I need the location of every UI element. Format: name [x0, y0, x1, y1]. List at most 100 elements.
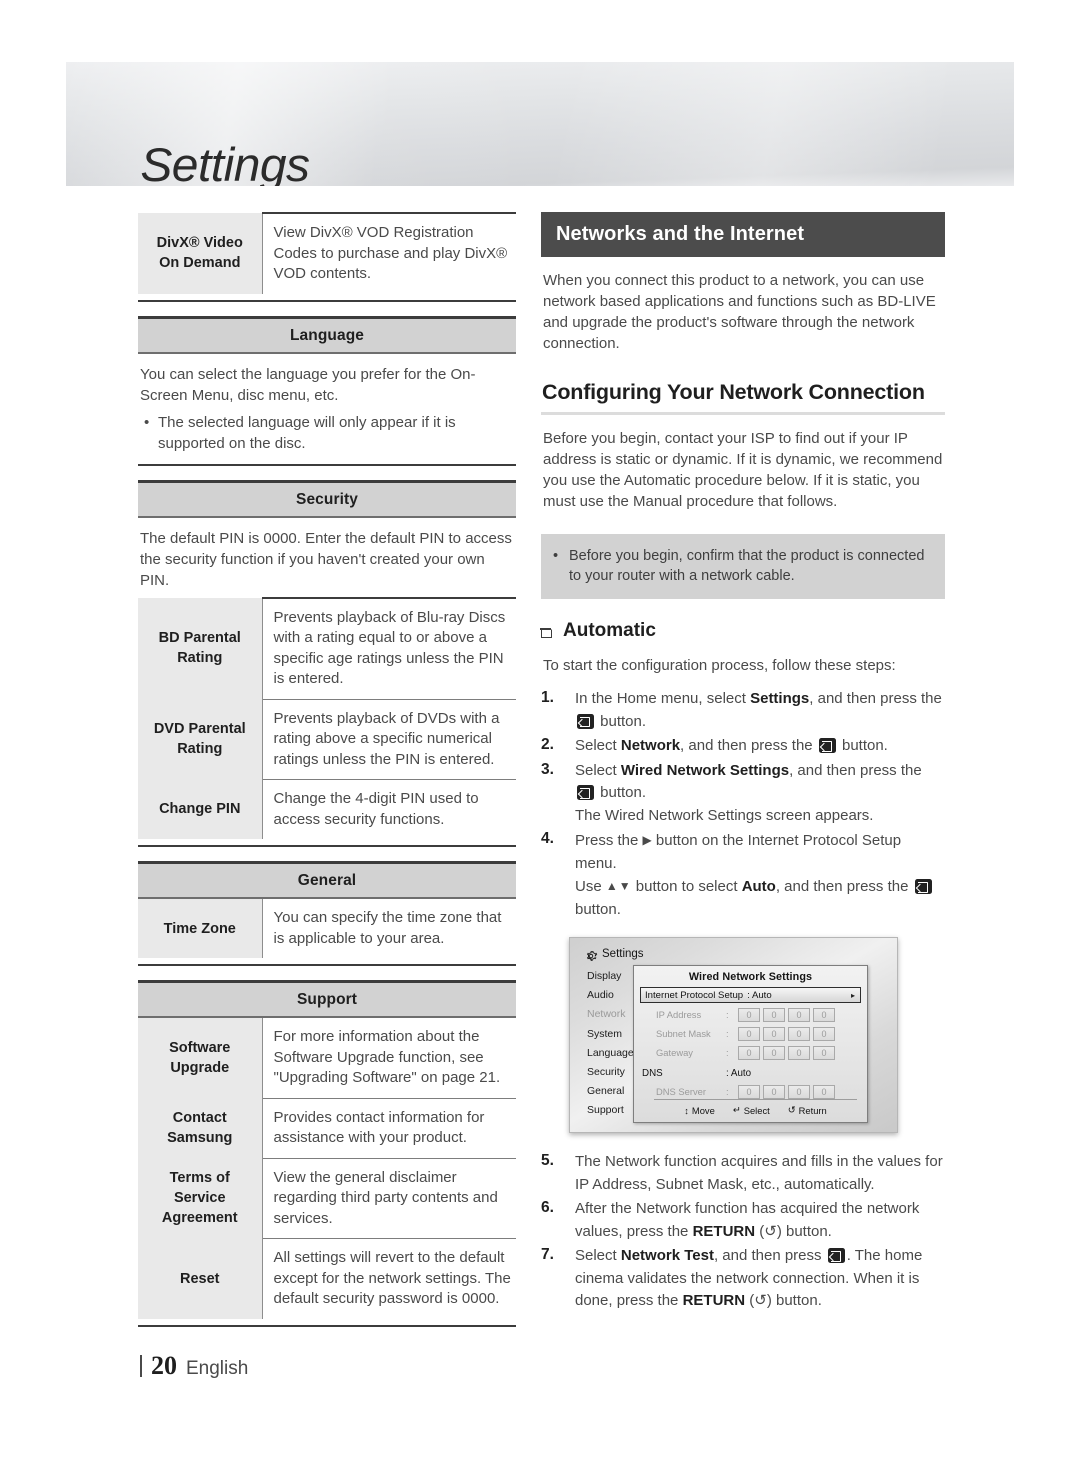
tv-dns-row[interactable]: DNS : Auto [642, 1067, 859, 1080]
table-row: Change PIN Change the 4-digit PIN used t… [138, 779, 516, 839]
row-label-line1: Reset [180, 1270, 220, 1287]
return-icon: ↺ [787, 1104, 796, 1115]
arrow-up-down-icon: ▲▼ [605, 879, 632, 893]
tv-octet-box[interactable]: 0 [813, 1026, 835, 1041]
tv-octet-box[interactable]: 0 [788, 1026, 810, 1041]
row-description: All settings will revert to the default … [262, 1238, 516, 1319]
tv-field-colon: : [726, 1009, 729, 1020]
tv-field-row[interactable]: IP Address:0 0 0 0 [642, 1007, 859, 1022]
tv-octet-box[interactable]: 0 [813, 1084, 835, 1099]
emphasis-text: RETURN [682, 1292, 746, 1309]
tv-dialog-title: Wired Network Settings [688, 971, 813, 983]
tv-field-row[interactable]: Subnet Mask:0 0 0 0 [642, 1026, 859, 1041]
tv-octet-box[interactable]: 0 [738, 1007, 760, 1022]
tv-footer-label: Select [743, 1104, 770, 1116]
tv-octet-box[interactable]: 0 [788, 1084, 810, 1099]
row-label: DivX® Video On Demand [138, 213, 263, 294]
tv-settings-label: Settings [602, 948, 644, 960]
tv-octet-box[interactable]: 0 [813, 1007, 835, 1022]
tv-octet-group: 0000 [738, 1045, 835, 1060]
table-row: Contact Samsung Provides contact informa… [138, 1097, 516, 1158]
language-bullet-text: The selected language will only appear i… [158, 413, 456, 452]
tv-octet-box[interactable]: 0 [738, 1084, 760, 1099]
steps-list-continued: 5. The Network function acquires and fill… [541, 1151, 945, 1313]
tv-octet-box[interactable]: 0 [813, 1045, 835, 1060]
bullet-dot-icon: • [553, 548, 559, 564]
note-text: Before you begin, confirm that the produ… [569, 548, 925, 584]
divx-table: DivX® Video On Demand View DivX® VOD Reg… [138, 212, 516, 294]
tv-dns-server-row: DNS Server:0 0 0 0 [634, 1084, 867, 1099]
tv-octet-box[interactable]: 0 [738, 1045, 760, 1060]
row-label-line1: Contact [172, 1110, 227, 1126]
step-item: 6. After the Network function has acquire… [541, 1198, 945, 1243]
row-label: Change PIN [138, 779, 263, 839]
intro-paragraph: When you connect this product to a netwo… [543, 272, 936, 352]
tv-octet-box[interactable]: 0 [763, 1045, 785, 1060]
tv-octet-box[interactable]: 0 [738, 1026, 760, 1041]
emphasis-text: Settings [750, 690, 810, 707]
table-row: DVD Parental Rating Prevents playback of… [138, 698, 516, 780]
step-item: 7. Select Network Test, and then press . … [541, 1245, 945, 1313]
left-column: DivX® Video On Demand View DivX® VOD Reg… [138, 212, 516, 1327]
enter-button-icon [818, 738, 836, 753]
enter-button-icon [577, 785, 594, 800]
emphasis-text: Network [620, 737, 681, 754]
tv-field-row[interactable]: DNS Server:0 0 0 0 [642, 1084, 859, 1099]
updown-arrow-icon: ↕ [684, 1104, 689, 1116]
row-description: You can specify the time zone that is ap… [273, 909, 502, 947]
chapter-title-bar: Networks and the Internet [541, 212, 945, 257]
emphasis-text: RETURN [692, 1222, 756, 1240]
configuring-paragraph: Before you begin, contact your ISP to fi… [543, 430, 943, 510]
step-text: Select Wired Network Settings, and then … [575, 761, 922, 824]
row-label: DVD Parental Rating [138, 699, 263, 780]
tv-internet-protocol-setup-row[interactable]: Internet Protocol Setup : Auto ▸ [640, 987, 861, 1003]
page-footer: 20 English [140, 1351, 248, 1381]
steps-list: 1. In the Home menu, select Settings, and… [541, 688, 945, 921]
row-description: Change the 4-digit PIN used to access se… [262, 779, 516, 839]
tv-field-row[interactable]: Gateway:0 0 0 0 [642, 1045, 859, 1060]
tv-footer-label: Return [798, 1104, 827, 1116]
tv-screenshot-wired-network-settings: Settings Display Audio Network System Langua… [569, 937, 898, 1133]
tv-footer-item: ↺ Return [788, 1104, 827, 1116]
tv-octet-box[interactable]: 0 [788, 1007, 810, 1022]
heading-underline [541, 412, 945, 415]
enter-button-icon [827, 1248, 845, 1263]
subsection-heading-automatic: Automatic [540, 620, 945, 642]
step-number: 2. [541, 736, 554, 753]
row-label-line2: Rating [177, 650, 223, 667]
row-label-line1: Time Zone [163, 920, 236, 937]
tv-octet-box[interactable]: 0 [763, 1026, 785, 1041]
language-bullet: • The selected language will only appear… [144, 412, 516, 454]
note-callout: • Before you begin, confirm that the pro… [541, 534, 945, 599]
return-arrow-icon: ↺ [754, 1292, 767, 1309]
right-column: Networks and the Internet When you conne… [540, 212, 945, 1315]
row-label-line1: Terms of [169, 1170, 230, 1187]
tv-dialog: Wired Network Settings Internet Protocol… [633, 965, 868, 1123]
row-label: Reset [138, 1238, 263, 1319]
footer-rule [140, 1355, 142, 1377]
row-label: Time Zone [138, 899, 263, 958]
row-label-line2: On Demand [159, 255, 241, 272]
tv-octet-box[interactable]: 0 [763, 1007, 785, 1022]
gear-icon [586, 951, 598, 961]
step-number: 3. [541, 760, 554, 778]
step-text: In the Home menu, select Settings, and t… [575, 690, 942, 730]
tv-field-label: DNS Server [656, 1086, 707, 1097]
footer-language: English [186, 1358, 249, 1379]
table-row: Reset All settings will revert to the de… [138, 1238, 516, 1319]
row-description: View DivX® VOD Registration Codes to pur… [262, 212, 516, 294]
tv-octet-group: 0000 [738, 1084, 835, 1099]
enter-button-icon [577, 713, 594, 729]
tv-ips-value: : Auto [747, 989, 772, 1001]
tv-field-label: IP Address [656, 1009, 702, 1020]
tv-octet-box[interactable]: 0 [788, 1045, 810, 1060]
row-label-line1: Software [169, 1040, 231, 1056]
page-header-banner: Settings [66, 62, 1014, 186]
tv-octet-box[interactable]: 0 [763, 1084, 785, 1099]
step-item: 5. The Network function acquires and fill… [541, 1151, 945, 1196]
step-item: 2. Select Network, and then press the but… [541, 735, 945, 758]
row-description: Prevents playback of DVDs with a rating … [262, 698, 516, 780]
